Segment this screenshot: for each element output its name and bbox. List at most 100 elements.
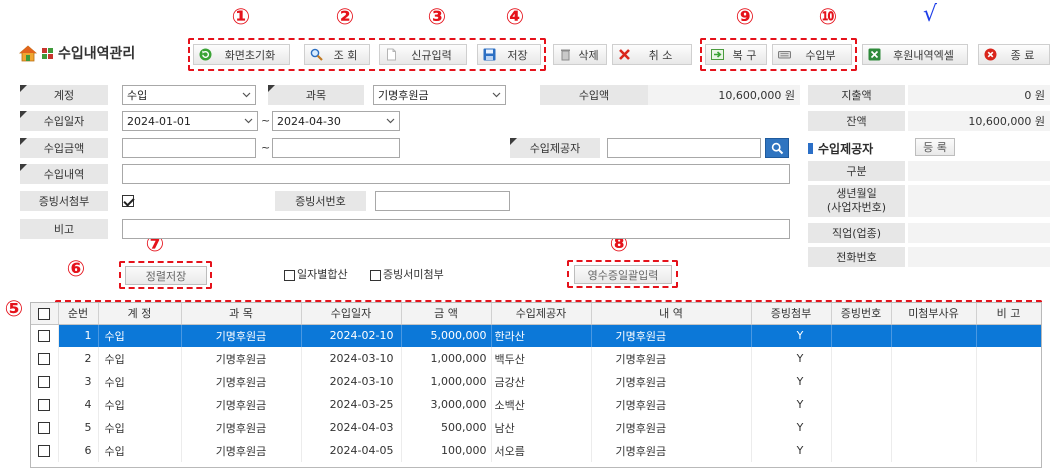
exit-button[interactable]: 종 료 [978, 44, 1050, 65]
table-row[interactable]: 3 수입 기명후원금 2024-03-10 1,000,000 금강산 기명후원금 Y [31, 370, 1041, 393]
table-row[interactable]: 4 수입 기명후원금 2024-03-25 3,000,000 소백산 기명후원금 Y [31, 393, 1041, 416]
chevron-down-icon [492, 92, 501, 98]
cell-date: 2024-02-10 [301, 324, 402, 347]
column-header-evidence-no[interactable]: 증빙번호 [831, 303, 892, 325]
row-checkbox[interactable] [38, 330, 51, 343]
cell-seq: 5 [58, 416, 99, 439]
section-marker-icon [808, 142, 813, 154]
trash-icon [559, 48, 572, 61]
table-row[interactable]: 1 수입 기명후원금 2024-02-10 5,000,000 한라산 기명후원금 Y [31, 324, 1041, 347]
evidence-number-input[interactable] [375, 191, 510, 211]
exit-label: 종 료 [1010, 48, 1035, 62]
birth-value [908, 185, 1050, 217]
provider-input[interactable] [607, 138, 761, 158]
cell-date: 2024-03-10 [301, 370, 402, 393]
cell-amount: 3,000,000 [401, 393, 492, 416]
row-checkbox[interactable] [38, 422, 51, 434]
new-entry-button[interactable]: 신규입력 [379, 44, 467, 65]
column-header-account[interactable]: 계 정 [98, 303, 182, 325]
row-checkbox[interactable] [38, 399, 51, 411]
receipt-batch-button[interactable]: 영수증일괄입력 [574, 265, 672, 284]
annotation-marker-1: ① [231, 5, 251, 30]
keyboard-icon [778, 48, 791, 61]
provider-panel-title-text: 수입제공자 [818, 141, 874, 156]
select-all-checkbox[interactable] [38, 307, 51, 320]
delete-button[interactable]: 삭제 [553, 44, 607, 65]
note-input[interactable] [122, 219, 790, 239]
ledger-button[interactable]: 수입부 [772, 44, 852, 65]
annotation-marker-5: ⑤ [4, 297, 24, 322]
column-header-evidence[interactable]: 증빙첨부 [751, 303, 832, 325]
refresh-icon [199, 48, 212, 61]
cell-missing-reason [891, 393, 977, 416]
column-header-provider[interactable]: 수입제공자 [491, 303, 592, 325]
column-header-note[interactable]: 비 고 [976, 303, 1041, 325]
column-header-date[interactable]: 수입일자 [301, 303, 402, 325]
row-checkbox[interactable] [38, 353, 51, 365]
column-header-details[interactable]: 내 역 [591, 303, 752, 325]
annotation-marker-9: ⑨ [735, 5, 755, 30]
cell-amount: 1,000,000 [401, 370, 492, 393]
account-select[interactable]: 수입 [122, 85, 256, 105]
subject-select[interactable]: 기명후원금 [373, 85, 506, 105]
date-to-picker[interactable]: 2024-04-30 [272, 111, 400, 131]
column-header-amount[interactable]: 금 액 [401, 303, 492, 325]
excel-icon [868, 48, 881, 61]
job-label: 직업(업종) [808, 223, 905, 243]
sort-save-button[interactable]: 정렬저장 [125, 266, 207, 285]
cell-date: 2024-03-10 [301, 347, 402, 370]
column-header-missing-reason[interactable]: 미첨부사유 [891, 303, 977, 325]
column-header-seq[interactable]: 순번 [58, 303, 99, 325]
table-row[interactable]: 5 수입 기명후원금 2024-04-03 500,000 남산 기명후원금 Y [31, 416, 1041, 439]
page-title: 수입내역관리 [58, 46, 136, 62]
row-select-cell [31, 393, 59, 416]
save-button[interactable]: 저장 [477, 44, 541, 65]
restore-button[interactable]: 복 구 [705, 44, 767, 65]
cell-amount: 500,000 [401, 416, 492, 439]
home-icon[interactable] [18, 45, 38, 62]
cell-details: 기명후원금 [591, 370, 752, 393]
annotation-marker-2: ② [335, 5, 355, 30]
evidence-number-label: 증빙서번호 [275, 191, 366, 211]
amount-to-input[interactable] [272, 138, 400, 158]
reset-button[interactable]: 화면초기화 [193, 44, 290, 65]
row-checkbox[interactable] [38, 376, 51, 388]
daily-sum-checkbox[interactable] [284, 270, 295, 281]
provider-search-button[interactable] [765, 138, 789, 158]
provider-panel-title: 수입제공자 [808, 138, 873, 158]
cancel-button[interactable]: 취 소 [612, 44, 692, 65]
excel-export-button[interactable]: 후원내역엑셀 [862, 44, 968, 65]
row-checkbox[interactable] [38, 445, 51, 457]
register-button[interactable]: 등 록 [915, 138, 955, 156]
cell-subject: 기명후원금 [181, 393, 302, 416]
job-value [908, 223, 1050, 243]
income-total-value: 10,600,000 원 [648, 85, 800, 105]
account-select-value: 수입 [127, 89, 148, 102]
column-header-subject[interactable]: 과 목 [181, 303, 302, 325]
table-row[interactable]: 2 수입 기명후원금 2024-03-10 1,000,000 백두산 기명후원금 Y [31, 347, 1041, 370]
income-table: 순번 계 정 과 목 수입일자 금 액 수입제공자 내 역 증빙첨부 증빙번호 … [30, 302, 1042, 468]
no-evidence-checkbox[interactable] [370, 270, 381, 281]
date-to-value: 2024-04-30 [277, 114, 341, 128]
birth-label-line2: (사업자번호) [826, 201, 887, 214]
cell-missing-reason [891, 324, 977, 347]
table-row[interactable]: 6 수입 기명후원금 2024-04-05 100,000 서오름 기명후원금 Y [31, 439, 1041, 462]
no-evidence-label: 증빙서미첨부 [383, 268, 444, 281]
cell-evidence: Y [751, 370, 832, 393]
delete-label: 삭제 [578, 48, 599, 62]
details-input[interactable] [122, 164, 790, 184]
evidence-checkbox[interactable] [122, 195, 134, 207]
new-document-icon [385, 48, 398, 61]
search-button[interactable]: 조 회 [304, 44, 370, 65]
save-icon [483, 48, 496, 61]
note-label: 비고 [20, 219, 108, 239]
cell-amount: 5,000,000 [401, 324, 492, 347]
amount-from-input[interactable] [122, 138, 256, 158]
subject-select-value: 기명후원금 [378, 89, 429, 102]
chevron-down-icon [242, 92, 251, 98]
category-value [908, 161, 1050, 181]
cell-provider: 백두산 [491, 347, 592, 370]
balance-value: 10,600,000 원 [908, 111, 1050, 131]
date-from-picker[interactable]: 2024-01-01 [122, 111, 258, 131]
cell-provider: 소백산 [491, 393, 592, 416]
